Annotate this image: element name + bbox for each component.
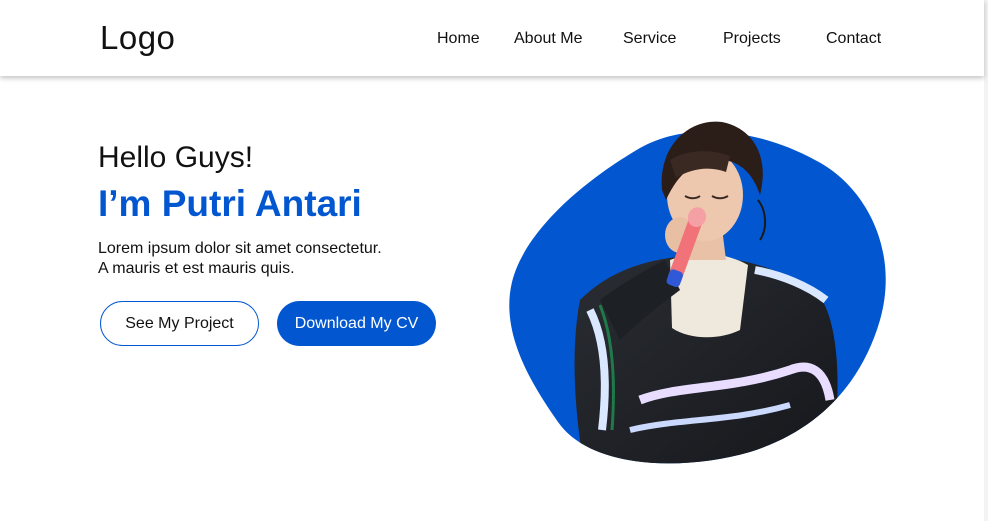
hero-description: Lorem ipsum dolor sit amet consectetur. …	[98, 239, 438, 279]
hero-illustration	[509, 121, 886, 464]
nav-link-home[interactable]: Home	[437, 30, 480, 48]
logo[interactable]: Logo	[100, 19, 175, 57]
nav-link-contact[interactable]: Contact	[826, 30, 881, 48]
top-navbar: Logo Home About Me Service Projects Cont…	[0, 0, 984, 76]
landing-page: Logo Home About Me Service Projects Cont…	[0, 0, 984, 521]
nav-link-projects[interactable]: Projects	[723, 30, 781, 48]
hero-greeting: Hello Guys!	[98, 141, 254, 174]
nav-link-about-me[interactable]: About Me	[514, 30, 582, 48]
hero-description-line-1: Lorem ipsum dolor sit amet consectetur.	[98, 240, 382, 257]
download-cv-button[interactable]: Download My CV	[277, 301, 436, 346]
hero-name: I’m Putri Antari	[98, 183, 362, 224]
hero-description-line-2: A mauris et est mauris quis.	[98, 260, 295, 277]
see-my-project-button[interactable]: See My Project	[100, 301, 259, 346]
nav-link-service[interactable]: Service	[623, 30, 676, 48]
